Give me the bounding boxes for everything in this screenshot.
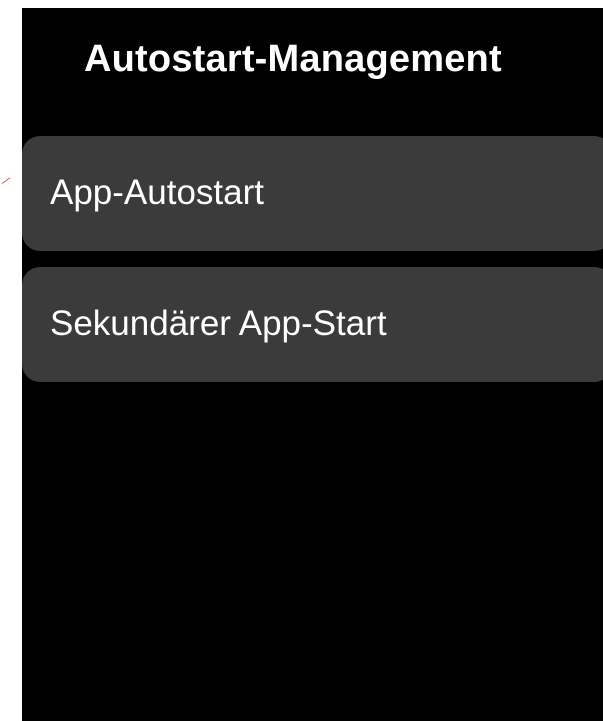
menu-item-label: Sekundärer App-Start xyxy=(50,304,387,343)
menu-item-secondary-app-start[interactable]: Sekundärer App-Start xyxy=(22,267,603,382)
menu-item-label: App-Autostart xyxy=(50,173,264,212)
header: Autostart-Management xyxy=(22,8,603,118)
menu-list: App-Autostart Sekundärer App-Start xyxy=(22,136,603,398)
menu-item-app-autostart[interactable]: App-Autostart xyxy=(22,136,603,251)
watch-screen: Autostart-Management App-Autostart Sekun… xyxy=(22,8,603,721)
page-title: Autostart-Management xyxy=(84,38,502,80)
edge-marker xyxy=(1,177,11,184)
